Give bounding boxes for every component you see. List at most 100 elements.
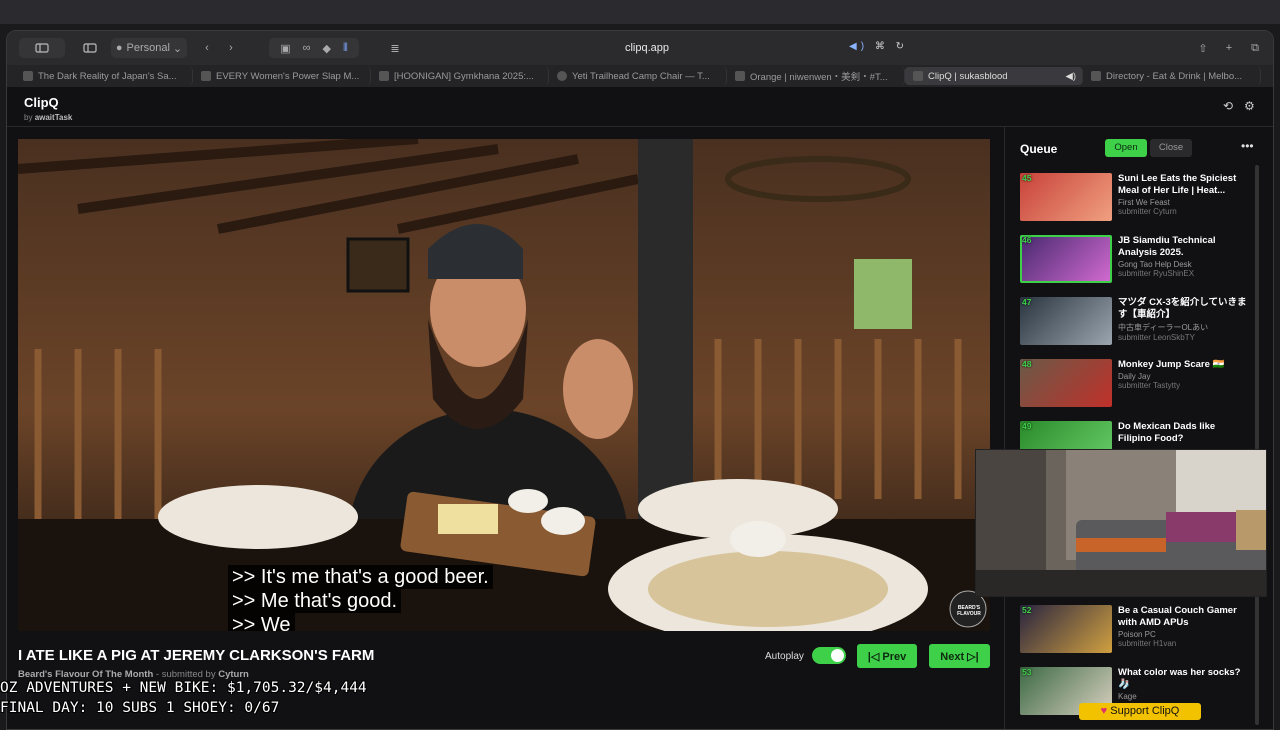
person-icon: ● xyxy=(115,42,123,54)
video-captions: >> It's me that's a good beer. >> Me tha… xyxy=(228,565,493,631)
queue-item-submitter: submitter LeonSkbTY xyxy=(1118,333,1195,342)
queue-item-title: Do Mexican Dads like Filipino Food? xyxy=(1118,421,1216,444)
queue-item-title: JB Siamdiu Technical Analysis 2025. xyxy=(1118,235,1216,258)
app-logo[interactable]: ClipQ xyxy=(24,95,59,110)
support-clipq-button[interactable]: ♥ Support ClipQ xyxy=(1079,703,1201,720)
queue-number: 47 xyxy=(1022,297,1032,307)
audio-extension-icon[interactable]: ⦀ xyxy=(343,42,348,55)
extensions-group: ▣ ∞ ◆ ⦀ xyxy=(269,38,359,58)
tab-bar: The Dark Reality of Japan's Sa... EVERY … xyxy=(7,65,1273,87)
queue-thumbnail xyxy=(1020,235,1112,283)
queue-thumbnail xyxy=(1020,359,1112,407)
heart-icon: ♥ xyxy=(1100,705,1108,717)
video-title: I ATE LIKE A PIG AT JEREMY CLARKSON'S FA… xyxy=(18,647,375,664)
queue-item-submitter: submitter H1van xyxy=(1118,639,1177,648)
donation-goal-text: OZ ADVENTURES + NEW BIKE: $1,705.32/$4,4… xyxy=(0,680,367,696)
caption-line: >> We xyxy=(228,613,295,631)
queue-item-channel: Daily Jay xyxy=(1118,372,1151,381)
submitter-name[interactable]: Cyturn xyxy=(218,669,249,680)
sidebar-toggle-icon[interactable] xyxy=(19,38,65,58)
tab-label: Yeti Trailhead Camp Chair — T... xyxy=(572,70,710,82)
queue-number: 53 xyxy=(1022,667,1032,677)
audio-playing-icon[interactable]: ◀) xyxy=(849,41,868,52)
youtube-favicon-icon xyxy=(735,71,745,81)
address-bar[interactable]: clipq.app xyxy=(387,37,907,59)
directory-favicon-icon xyxy=(1091,71,1101,81)
screenshot-extension-icon[interactable]: ▣ xyxy=(280,42,290,55)
queue-thumbnail xyxy=(1020,173,1112,221)
channel-name[interactable]: Beard's Flavour Of The Month xyxy=(18,669,153,680)
queue-number: 52 xyxy=(1022,605,1032,615)
chevron-down-icon: ⌄ xyxy=(172,42,183,55)
tab-label: Orange | niwenwen・美剣・#T... xyxy=(750,72,888,83)
queue-open-button[interactable]: Open xyxy=(1105,139,1147,157)
queue-item[interactable]: 52 Be a Casual Couch Gamer with AMD APUs… xyxy=(1020,605,1250,655)
queue-scrollbar[interactable] xyxy=(1255,165,1259,725)
queue-item-submitter: submitter Tastytty xyxy=(1118,381,1181,390)
video-player[interactable]: >> It's me that's a good beer. >> Me tha… xyxy=(18,139,990,631)
queue-item-title: What color was her socks? 🧦 xyxy=(1118,667,1241,690)
new-tab-icon[interactable]: + xyxy=(1219,38,1239,58)
queue-item[interactable]: 45 Suni Lee Eats the Spiciest Meal of He… xyxy=(1020,173,1250,223)
browser-tab[interactable]: Directory - Eat & Drink | Melbo... xyxy=(1083,67,1261,85)
next-button[interactable]: Next ▷| xyxy=(929,644,990,668)
queue-item-channel: Gong Tao Help Desk xyxy=(1118,260,1192,269)
submitted-prefix: - submitted by xyxy=(155,669,216,680)
queue-sidebar: Queue Open Close ••• 45 Suni Lee Eats th… xyxy=(1004,127,1264,729)
youtube-favicon-icon xyxy=(23,71,33,81)
clipq-app: ClipQ by awaitTask ⟲ ⚙ >> It's me that's… xyxy=(7,87,1273,729)
app-author: awaitTask xyxy=(34,113,73,122)
tab-overview-icon[interactable] xyxy=(79,38,101,58)
video-frame xyxy=(18,139,990,631)
tab-label: Directory - Eat & Drink | Melbo... xyxy=(1106,70,1243,82)
queue-title: Queue xyxy=(1020,142,1058,156)
speaker-icon[interactable]: ◀) xyxy=(1066,71,1076,82)
youtube-favicon-icon xyxy=(201,71,211,81)
video-meta: Beard's Flavour Of The Month - submitted… xyxy=(18,669,249,680)
queue-item[interactable]: 46 JB Siamdiu Technical Analysis 2025. Go… xyxy=(1020,235,1250,285)
share-icon[interactable]: ⇧ xyxy=(1193,38,1213,58)
tab-label: The Dark Reality of Japan's Sa... xyxy=(38,70,177,82)
glasses-extension-icon[interactable]: ∞ xyxy=(303,42,311,54)
browser-tab[interactable]: EVERY Women's Power Slap M... xyxy=(193,67,371,85)
webcam-overlay xyxy=(975,449,1267,597)
queue-item[interactable]: 47 マツダ CX-3を紹介していきます【車紹介】中古車ディーラーOLあい sub… xyxy=(1020,297,1250,347)
browser-tab[interactable]: Yeti Trailhead Camp Chair — T... xyxy=(549,67,727,85)
browser-toolbar: ● Personal ⌄ ‹ › ▣ ∞ ◆ ⦀ ≣ clipq.app ◀) … xyxy=(7,31,1273,65)
yeti-favicon-icon xyxy=(557,71,567,81)
profile-selector[interactable]: ● Personal ⌄ xyxy=(111,38,187,58)
browser-tab[interactable]: [HOONIGAN] Gymkhana 2025:... xyxy=(371,67,549,85)
tab-label: ClipQ | sukasblood xyxy=(928,70,1008,82)
queue-item-title: マツダ CX-3を紹介していきます【車紹介】 xyxy=(1118,297,1247,320)
youtube-favicon-icon xyxy=(379,71,389,81)
settings-sliders-icon[interactable]: ⚙ xyxy=(1244,99,1258,113)
more-options-icon[interactable]: ••• xyxy=(1241,139,1254,153)
queue-item-submitter: submitter RyuShinEX xyxy=(1118,269,1195,278)
browser-tab[interactable]: The Dark Reality of Japan's Sa... xyxy=(15,67,193,85)
autoplay-label: Autoplay xyxy=(765,651,804,662)
queue-close-button[interactable]: Close xyxy=(1150,139,1192,157)
url-status-icons: ◀) ⌘ ↻ xyxy=(849,41,908,52)
translate-icon[interactable]: ⌘ xyxy=(875,41,889,52)
back-icon[interactable]: ‹ xyxy=(197,38,217,58)
profile-label: Personal xyxy=(126,42,170,54)
queue-number: 49 xyxy=(1022,421,1032,431)
forward-icon[interactable]: › xyxy=(221,38,241,58)
channel-watermark: BEARD'S FLAVOUR xyxy=(957,605,981,617)
browser-tab[interactable]: Orange | niwenwen・美剣・#T... xyxy=(727,67,905,85)
queue-item-submitter: submitter Cyturn xyxy=(1118,207,1177,216)
autoplay-toggle[interactable] xyxy=(812,647,846,664)
prev-button[interactable]: |◁ Prev xyxy=(857,644,917,668)
history-icon[interactable]: ⟲ xyxy=(1223,99,1237,113)
queue-thumbnail xyxy=(1020,297,1112,345)
shield-extension-icon[interactable]: ◆ xyxy=(322,42,330,55)
queue-item-channel: 中古車ディーラーOLあい xyxy=(1118,323,1209,332)
by-prefix: by xyxy=(24,113,33,122)
reload-icon[interactable]: ↻ xyxy=(896,41,908,52)
tabs-overview-icon[interactable]: ⧉ xyxy=(1245,38,1265,58)
browser-tab-active[interactable]: ClipQ | sukasblood ◀) xyxy=(905,67,1083,85)
queue-item[interactable]: 48 Monkey Jump Scare 🇮🇳 Daily Jay submitte… xyxy=(1020,359,1250,409)
queue-item-channel: Kage xyxy=(1118,692,1137,701)
caption-line: >> Me that's good. xyxy=(228,589,402,613)
subathon-goal-text: FINAL DAY: 10 SUBS 1 SHOEY: 0/67 xyxy=(0,700,280,716)
